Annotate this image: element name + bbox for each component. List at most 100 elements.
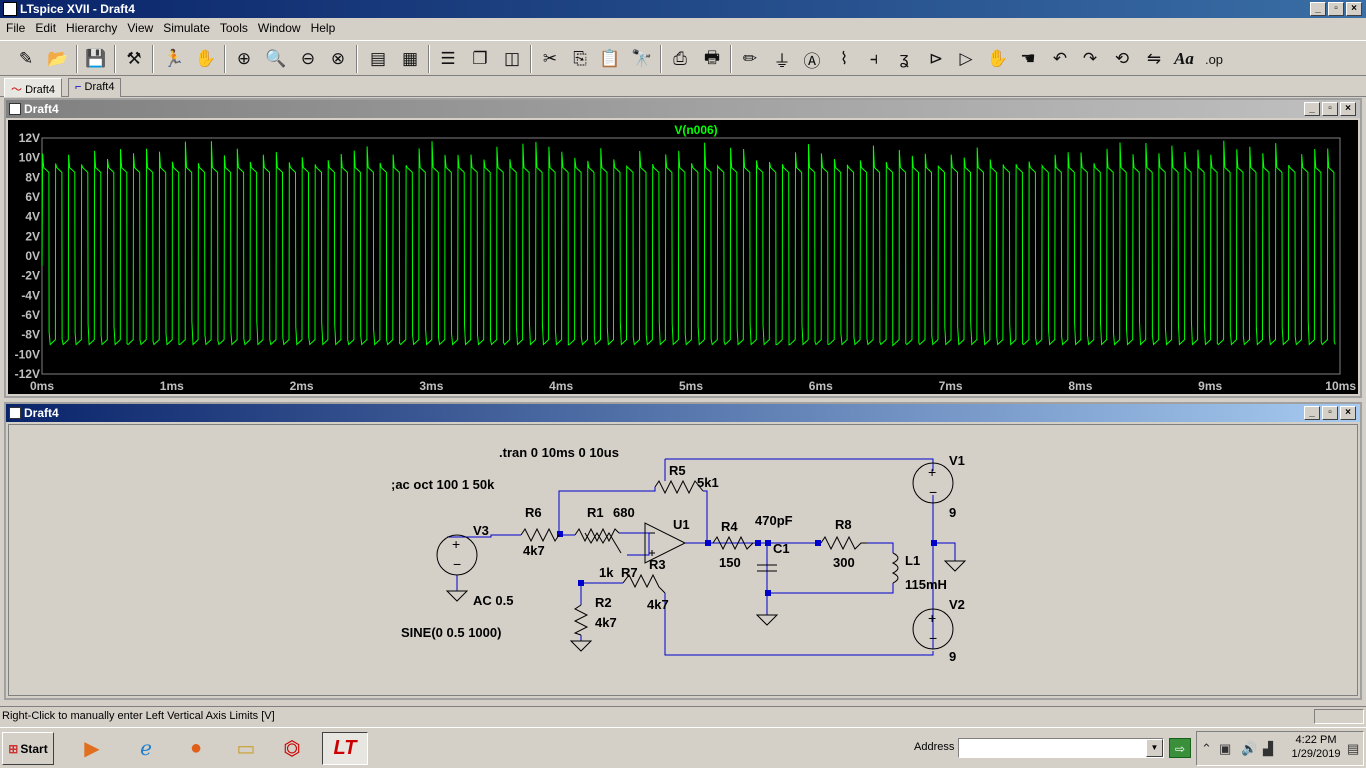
menu-simulate[interactable]: Simulate — [157, 21, 214, 35]
media-player-icon[interactable]: ▶ — [72, 732, 112, 765]
value-r5[interactable]: 5k1 — [697, 475, 719, 490]
value-r4[interactable]: 150 — [719, 555, 741, 570]
value-r8[interactable]: 300 — [833, 555, 855, 570]
run-icon[interactable]: 🏃 — [160, 45, 188, 73]
menu-window[interactable]: Window — [252, 21, 305, 35]
print-icon[interactable]: 🖶 — [698, 45, 726, 73]
menu-hierarchy[interactable]: Hierarchy — [60, 21, 121, 35]
start-button[interactable]: ⊞ Start — [2, 732, 54, 765]
menu-file[interactable]: File — [0, 21, 29, 35]
zoom-cancel-icon[interactable]: ⊗ — [324, 45, 352, 73]
label-l1[interactable]: L1 — [905, 553, 920, 568]
close-button[interactable]: × — [1340, 102, 1356, 116]
menu-view[interactable]: View — [121, 21, 157, 35]
label-r5[interactable]: R5 — [669, 463, 686, 478]
value-r6[interactable]: 4k7 — [523, 543, 545, 558]
label-c1[interactable]: C1 — [773, 541, 790, 556]
menu-edit[interactable]: Edit — [29, 21, 60, 35]
label-r7[interactable]: R7 — [621, 565, 638, 580]
waveform-plot[interactable]: V(n006) 12V 10V 8V 6V 4V 2V 0V -2V -4V -6V -8V -10V… — [8, 120, 1358, 394]
draw-wire-icon[interactable]: ✏ — [736, 45, 764, 73]
volume-icon[interactable]: 🔊 — [1241, 741, 1257, 757]
schematic-canvas[interactable]: + − + − + − .tran 0 10ms 0 10us ;ac oct 100… — [8, 424, 1358, 696]
label-u1[interactable]: U1 — [673, 517, 690, 532]
zoom-in-icon[interactable]: ⊕ — [230, 45, 258, 73]
halt-icon[interactable]: ✋ — [192, 45, 220, 73]
save-icon[interactable]: 💾 — [82, 45, 110, 73]
open-icon[interactable]: 📂 — [44, 45, 72, 73]
value-r2[interactable]: 4k7 — [595, 615, 617, 630]
restore-button[interactable]: ▫ — [1328, 2, 1344, 16]
address-input[interactable] — [958, 738, 1164, 758]
mirror-icon[interactable]: ⇋ — [1140, 45, 1168, 73]
restore-button[interactable]: ▫ — [1322, 102, 1338, 116]
resistor-icon[interactable]: ⌇ — [830, 45, 858, 73]
minimize-button[interactable]: _ — [1304, 406, 1320, 420]
tile-horizontal-icon[interactable]: ☰ — [434, 45, 462, 73]
print-setup-icon[interactable]: ⎙ — [666, 45, 694, 73]
v3-sine-value[interactable]: SINE(0 0.5 1000) — [401, 625, 501, 640]
undo-icon[interactable]: ↶ — [1046, 45, 1074, 73]
tile-vertical-icon[interactable]: ◫ — [498, 45, 526, 73]
spice-directive-icon[interactable]: .op — [1200, 45, 1228, 73]
close-button[interactable]: × — [1340, 406, 1356, 420]
copy-icon[interactable]: ⎘ — [566, 45, 594, 73]
capacitor-icon[interactable]: ⫞ — [860, 45, 888, 73]
value-r1[interactable]: 680 — [613, 505, 635, 520]
redo-icon[interactable]: ↷ — [1076, 45, 1104, 73]
new-schematic-icon[interactable]: ✎ — [12, 45, 40, 73]
tray-device-icon[interactable]: ▣ — [1219, 741, 1231, 757]
label-v2[interactable]: V2 — [949, 597, 965, 612]
minimize-button[interactable]: _ — [1304, 102, 1320, 116]
paste-icon[interactable]: 📋 — [596, 45, 624, 73]
value-v2[interactable]: 9 — [949, 649, 956, 664]
drag-icon[interactable]: ☚ — [1014, 45, 1042, 73]
label-r3[interactable]: R3 — [649, 557, 666, 572]
tray-expand-icon[interactable]: ⌃ — [1201, 741, 1212, 757]
ground-icon[interactable]: ⏚ — [768, 45, 796, 73]
menu-help[interactable]: Help — [305, 21, 340, 35]
value-c1[interactable]: 470pF — [755, 513, 793, 528]
network-icon[interactable]: ▟ — [1263, 741, 1273, 757]
ltspice-app-icon[interactable] — [3, 2, 17, 16]
view-fft-icon[interactable]: ▦ — [396, 45, 424, 73]
label-v1[interactable]: V1 — [949, 453, 965, 468]
component-icon[interactable]: ▷ — [952, 45, 980, 73]
label-r1[interactable]: R1 — [587, 505, 604, 520]
text-icon[interactable]: Aa — [1170, 45, 1198, 73]
label-v3[interactable]: V3 — [473, 523, 489, 538]
tab-waveform[interactable]: 〜 Draft4 — [4, 78, 63, 97]
system-clock[interactable]: 4:22 PM 1/29/2019 — [1290, 733, 1342, 761]
schematic-window-title-bar[interactable]: Draft4 _ ▫ × — [6, 404, 1360, 422]
zoom-full-icon[interactable]: 🔍 — [262, 45, 290, 73]
value-r3[interactable]: 4k7 — [647, 597, 669, 612]
restore-button[interactable]: ▫ — [1322, 406, 1338, 420]
zoom-out-icon[interactable]: ⊖ — [294, 45, 322, 73]
go-button[interactable]: ⇨ — [1169, 738, 1191, 758]
diode-icon[interactable]: ⊳ — [922, 45, 950, 73]
cascade-icon[interactable]: ❐ — [466, 45, 494, 73]
value-v1[interactable]: 9 — [949, 505, 956, 520]
acrobat-icon[interactable]: ⏣ — [272, 732, 312, 765]
value-v3[interactable]: AC 0.5 — [473, 593, 513, 608]
label-r2[interactable]: R2 — [595, 595, 612, 610]
label-net-icon[interactable]: Ⓐ — [798, 45, 826, 73]
spice-comment-ac[interactable]: ;ac oct 100 1 50k — [391, 477, 495, 492]
move-icon[interactable]: ✋ — [984, 45, 1012, 73]
tab-schematic[interactable]: ⌐ Draft4 — [68, 78, 122, 97]
rotate-icon[interactable]: ⟲ — [1108, 45, 1136, 73]
menu-tools[interactable]: Tools — [214, 21, 252, 35]
value-r7[interactable]: 1k — [599, 565, 614, 580]
close-button[interactable]: × — [1346, 2, 1362, 16]
firefox-icon[interactable]: ● — [176, 732, 216, 765]
control-panel-icon[interactable]: ⚒ — [120, 45, 148, 73]
file-explorer-icon[interactable]: ▭ — [226, 732, 266, 765]
notification-icon[interactable]: ▤ — [1347, 741, 1359, 757]
minimize-button[interactable]: _ — [1310, 2, 1326, 16]
value-l1[interactable]: 115mH — [905, 577, 947, 592]
find-icon[interactable]: 🔭 — [628, 45, 656, 73]
inductor-icon[interactable]: ʓ — [890, 45, 918, 73]
address-dropdown-icon[interactable]: ▼ — [1146, 739, 1163, 757]
label-r4[interactable]: R4 — [721, 519, 738, 534]
label-r6[interactable]: R6 — [525, 505, 542, 520]
